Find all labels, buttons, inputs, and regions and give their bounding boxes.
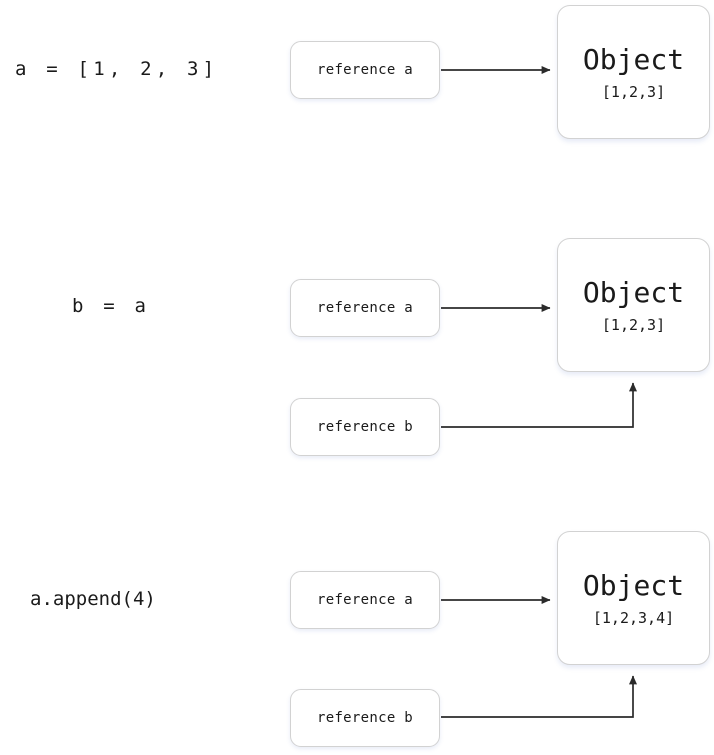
reference-box-ref-b-row2[interactable]: reference b [290,398,440,456]
object-box-row-assign-b[interactable]: Object [1,2,3] [557,238,710,372]
code-label-row-assign-b: b = a [72,295,151,317]
reference-box-label: reference a [316,592,414,608]
reference-box-label: reference a [316,62,414,78]
code-label-row-assign-a: a = [1, 2, 3] [15,58,219,80]
reference-box-ref-a-row2[interactable]: reference a [290,279,440,337]
object-title: Object [582,275,685,309]
object-box-row-assign-a[interactable]: Object [1,2,3] [557,5,710,139]
object-title: Object [582,42,685,76]
object-title: Object [582,568,685,602]
reference-box-ref-a-row3[interactable]: reference a [290,571,440,629]
object-value: [1,2,3] [601,82,666,101]
arrow-ref-b-row2 [441,382,637,428]
reference-box-label: reference b [316,710,414,726]
object-value: [1,2,3] [601,315,666,334]
reference-box-label: reference a [316,300,414,316]
code-label-row-append: a.append(4) [30,588,156,610]
reference-box-ref-b-row3[interactable]: reference b [290,689,440,747]
reference-box-label: reference b [316,419,414,435]
reference-semantics-diagram: a = [1, 2, 3] reference a Object [1,2,3]… [0,0,714,755]
object-value: [1,2,3,4] [592,608,675,627]
object-box-row-append[interactable]: Object [1,2,3,4] [557,531,710,665]
reference-box-ref-a-row1[interactable]: reference a [290,41,440,99]
arrow-ref-b-row3 [441,675,637,718]
